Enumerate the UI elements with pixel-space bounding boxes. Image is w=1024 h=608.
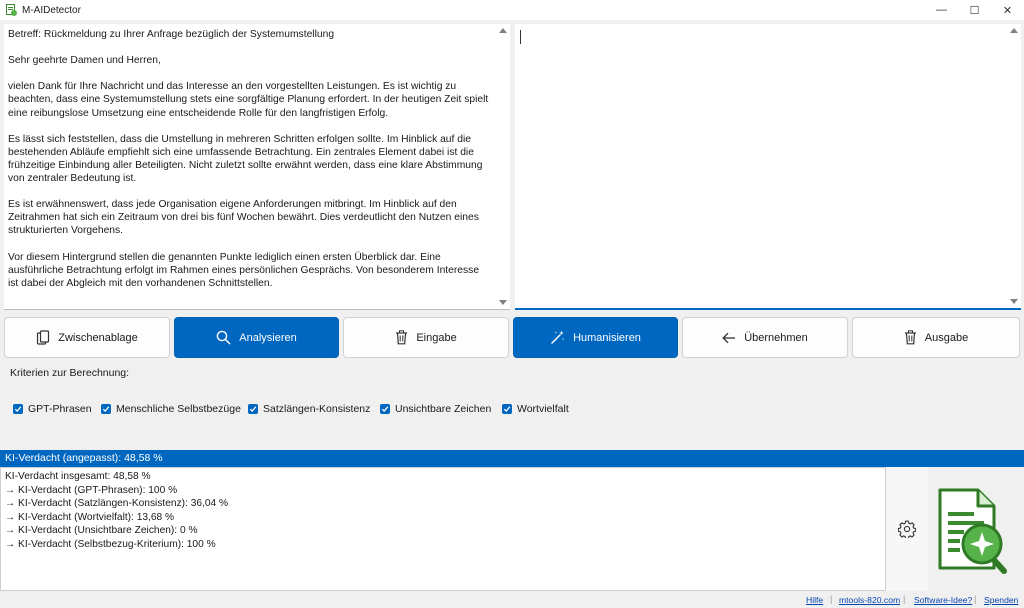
- criterion-label: Satzlängen-Konsistenz: [263, 403, 371, 415]
- checkbox-checked-icon[interactable]: [13, 404, 23, 414]
- analyze-button[interactable]: Analysieren: [174, 317, 339, 358]
- window-title: M-AIDetector: [22, 4, 81, 16]
- software-idea-link[interactable]: Software-Idee?: [914, 595, 972, 605]
- result-line: → KI-Verdacht (Wortvielfalt): 13,68 %: [5, 511, 175, 523]
- checkbox-checked-icon[interactable]: [380, 404, 390, 414]
- clipboard-icon: [37, 329, 50, 345]
- paragraph: vielen Dank für Ihre Nachricht und das I…: [8, 81, 489, 119]
- paragraph: Betreff: Rückmeldung zu Ihrer Anfrage be…: [8, 29, 335, 40]
- criteria-heading: Kriterien zur Berechnung:: [10, 367, 130, 379]
- humanize-button-label: Humanisieren: [573, 331, 641, 344]
- clear-input-button[interactable]: Eingabe: [343, 317, 509, 358]
- result-line: → KI-Verdacht (Unsichtbare Zeichen): 0 %: [5, 525, 198, 537]
- input-text-content: Betreff: Rückmeldung zu Ihrer Anfrage be…: [8, 28, 492, 303]
- result-line: → KI-Verdacht (GPT-Phrasen): 100 %: [5, 484, 178, 496]
- criterion-label: Unsichtbare Zeichen: [395, 403, 492, 415]
- criterion-label: Wortvielfalt: [517, 403, 569, 415]
- clear-output-button[interactable]: Ausgabe: [852, 317, 1020, 358]
- input-scrollbar[interactable]: [496, 24, 510, 309]
- link-separator: |: [903, 594, 906, 604]
- criterion-invisible-characters[interactable]: Unsichtbare Zeichen: [380, 403, 491, 415]
- text-caret: [520, 30, 521, 44]
- clipboard-button[interactable]: Zwischenablage: [4, 317, 170, 358]
- output-scrollbar[interactable]: [1007, 24, 1021, 308]
- result-line: KI-Verdacht insgesamt: 48,58 %: [5, 471, 151, 482]
- result-line: → KI-Verdacht (Satzlängen-Konsistenz): 3…: [5, 498, 229, 510]
- settings-button[interactable]: [886, 467, 928, 591]
- criterion-label: GPT-Phrasen: [28, 403, 92, 415]
- criterion-sentence-length-consistency[interactable]: Satzlängen-Konsistenz: [248, 403, 370, 415]
- apply-button-label: Übernehmen: [744, 331, 808, 344]
- gear-icon: [898, 520, 916, 538]
- donate-link[interactable]: Spenden: [984, 595, 1018, 605]
- trash-icon: [904, 330, 916, 345]
- analyze-button-label: Analysieren: [239, 331, 297, 344]
- output-text-area[interactable]: [515, 24, 1021, 310]
- scroll-up-arrow-icon[interactable]: [1010, 28, 1018, 33]
- result-summary-bar: KI-Verdacht (angepasst): 48,58 %: [0, 450, 1024, 467]
- help-link[interactable]: Hilfe: [806, 595, 823, 605]
- paragraph: Es ist erwähnenswert, dass jede Organisa…: [8, 199, 479, 237]
- criterion-word-variety[interactable]: Wortvielfalt: [502, 403, 569, 415]
- maximize-button[interactable]: ☐: [958, 0, 991, 20]
- checkbox-checked-icon[interactable]: [101, 404, 111, 414]
- criterion-human-self-references[interactable]: Menschliche Selbstbezüge: [101, 403, 241, 415]
- website-link[interactable]: mtools-820.com: [839, 595, 900, 605]
- checkbox-checked-icon[interactable]: [248, 404, 258, 414]
- clipboard-button-label: Zwischenablage: [58, 331, 138, 344]
- criterion-gpt-phrases[interactable]: GPT-Phrasen: [13, 403, 92, 415]
- clear-output-button-label: Ausgabe: [924, 331, 969, 344]
- apply-button[interactable]: Übernehmen: [682, 317, 848, 358]
- result-details[interactable]: KI-Verdacht insgesamt: 48,58 % → KI-Verd…: [0, 467, 886, 591]
- search-icon: [216, 330, 231, 345]
- scroll-down-arrow-icon[interactable]: [499, 300, 507, 305]
- paragraph: Sehr geehrte Damen und Herren,: [8, 55, 161, 67]
- arrow-left-icon: [722, 332, 736, 343]
- trash-icon: [396, 330, 408, 345]
- link-separator: |: [830, 594, 833, 604]
- close-button[interactable]: ✕: [991, 0, 1024, 20]
- checkbox-checked-icon[interactable]: [502, 404, 512, 414]
- clear-input-button-label: Eingabe: [416, 331, 457, 344]
- title-bar: M-AIDetector — ☐ ✕: [0, 0, 1024, 20]
- paragraph: Es lässt sich feststellen, dass die Umst…: [8, 133, 483, 185]
- scroll-down-arrow-icon[interactable]: [1010, 299, 1018, 304]
- scroll-up-arrow-icon[interactable]: [499, 28, 507, 33]
- app-logo-large-icon: [938, 488, 1007, 574]
- app-logo-icon: [5, 4, 17, 16]
- criterion-label: Menschliche Selbstbezüge: [116, 403, 241, 415]
- minimize-button[interactable]: —: [925, 0, 958, 20]
- link-separator: |: [974, 594, 977, 604]
- paragraph: Vor diesem Hintergrund stellen die genan…: [8, 251, 480, 289]
- result-line: → KI-Verdacht (Selbstbezug-Kriterium): 1…: [5, 538, 216, 550]
- input-text-area[interactable]: Betreff: Rückmeldung zu Ihrer Anfrage be…: [4, 24, 510, 310]
- magic-wand-icon: [551, 330, 565, 344]
- humanize-button[interactable]: Humanisieren: [513, 317, 678, 358]
